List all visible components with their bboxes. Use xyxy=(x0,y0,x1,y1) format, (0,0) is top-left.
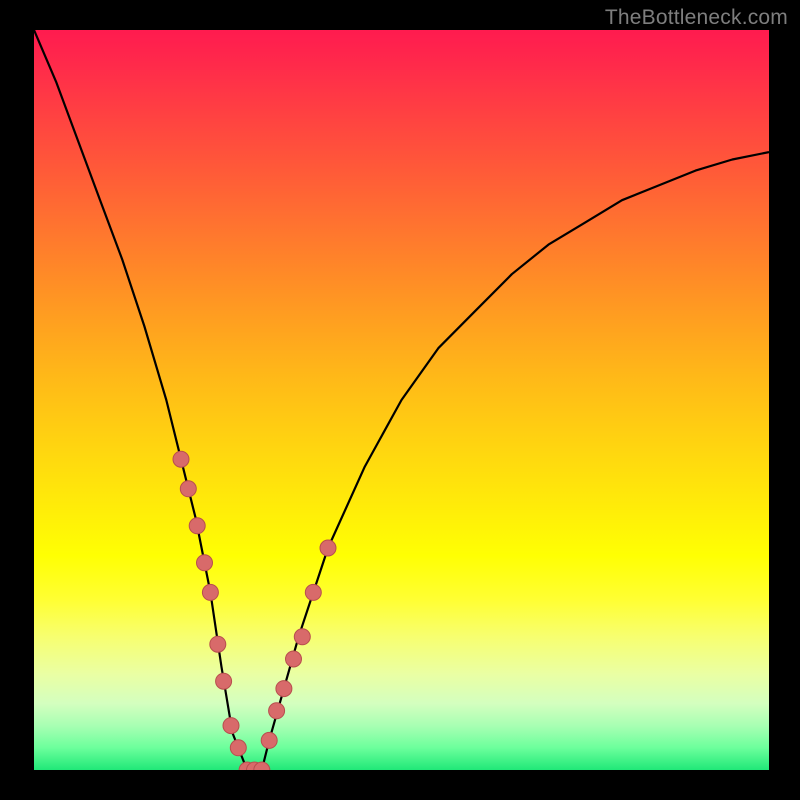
sample-point xyxy=(286,651,302,667)
watermark-text: TheBottleneck.com xyxy=(605,6,788,30)
sample-point xyxy=(210,636,226,652)
sample-point xyxy=(230,740,246,756)
sample-point xyxy=(197,555,213,571)
bottleneck-curve xyxy=(34,30,769,770)
sample-points-group xyxy=(173,451,336,770)
bottleneck-chart xyxy=(34,30,769,770)
sample-point xyxy=(180,481,196,497)
sample-point xyxy=(223,718,239,734)
sample-point xyxy=(305,584,321,600)
sample-point xyxy=(294,629,310,645)
chart-frame: TheBottleneck.com xyxy=(0,0,800,800)
sample-point xyxy=(320,540,336,556)
sample-point xyxy=(216,673,232,689)
plot-area xyxy=(34,30,769,770)
sample-point xyxy=(261,732,277,748)
sample-point xyxy=(276,681,292,697)
sample-point xyxy=(189,518,205,534)
sample-point xyxy=(269,703,285,719)
sample-point xyxy=(202,584,218,600)
sample-point xyxy=(173,451,189,467)
